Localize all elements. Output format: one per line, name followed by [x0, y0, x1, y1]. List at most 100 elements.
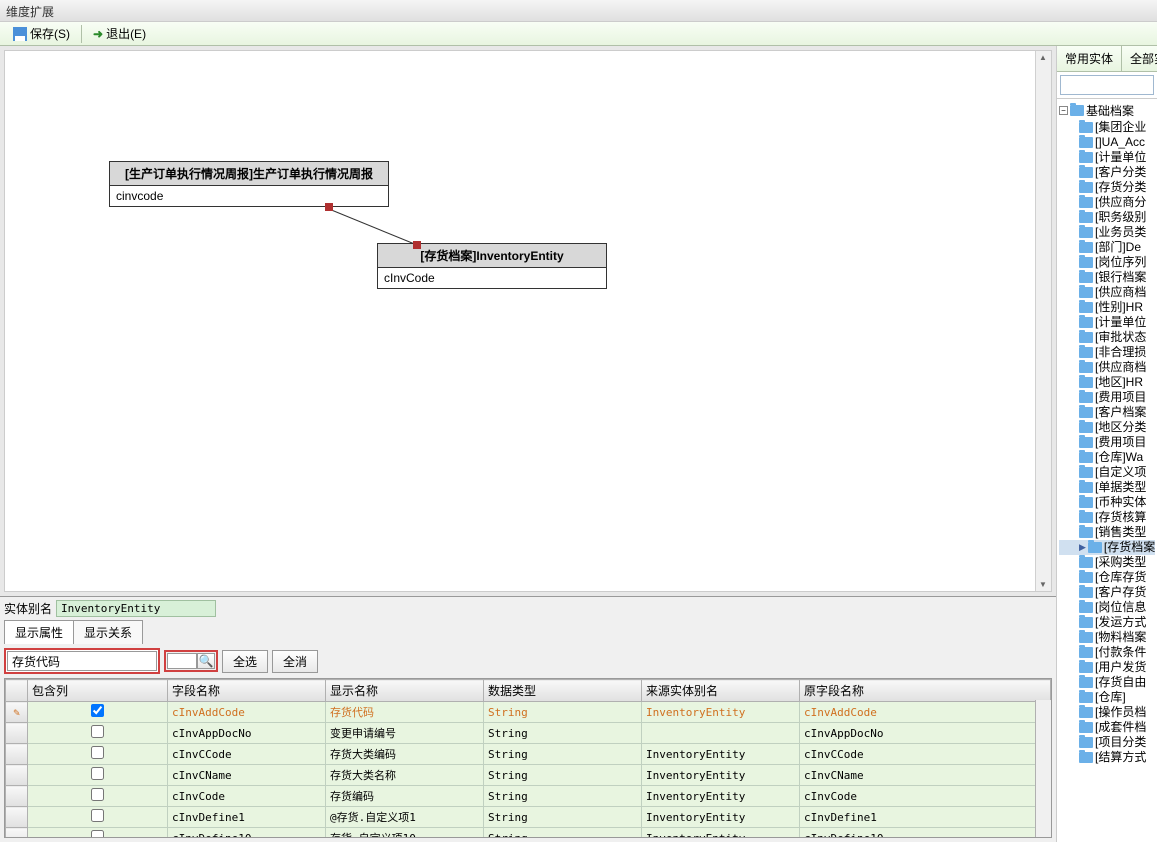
lookup-input[interactable] [167, 653, 197, 669]
tree-item[interactable]: [职务级别 [1059, 210, 1155, 225]
tab-relations[interactable]: 显示关系 [73, 620, 143, 644]
tree-item[interactable]: [操作员档 [1059, 705, 1155, 720]
include-checkbox[interactable] [91, 704, 104, 717]
folder-icon [1079, 647, 1093, 658]
tree-item[interactable]: [存货核算 [1059, 510, 1155, 525]
table-row[interactable]: cInvCName存货大类名称StringInventoryEntitycInv… [6, 765, 1051, 786]
tree-item[interactable]: [业务员类 [1059, 225, 1155, 240]
tree-item[interactable]: [部门]De [1059, 240, 1155, 255]
include-cell[interactable] [28, 828, 168, 839]
tree-item[interactable]: [币种实体 [1059, 495, 1155, 510]
col-field[interactable]: 字段名称 [168, 680, 326, 702]
tree-item[interactable]: [用户发货 [1059, 660, 1155, 675]
tree-item[interactable]: [存货自由 [1059, 675, 1155, 690]
tree-item[interactable]: [地区]HR [1059, 375, 1155, 390]
tree-item[interactable]: [物料档案 [1059, 630, 1155, 645]
tree-item[interactable]: [项目分类 [1059, 735, 1155, 750]
col-orig[interactable]: 原字段名称 [800, 680, 1051, 702]
source-cell [642, 723, 800, 744]
tree-item[interactable]: [岗位信息 [1059, 600, 1155, 615]
filter-input[interactable] [7, 651, 157, 671]
tree-item[interactable]: [供应商档 [1059, 285, 1155, 300]
col-dtype[interactable]: 数据类型 [484, 680, 642, 702]
tree-item-label: [计量单位 [1095, 315, 1146, 330]
tree-item[interactable]: [银行档案 [1059, 270, 1155, 285]
tree-item[interactable]: [费用项目 [1059, 390, 1155, 405]
tree-item[interactable]: [单据类型 [1059, 480, 1155, 495]
tree-item[interactable]: [付款条件 [1059, 645, 1155, 660]
tree-item[interactable]: [结算方式 [1059, 750, 1155, 765]
select-none-button[interactable]: 全消 [272, 650, 318, 673]
tree-item[interactable]: [销售类型 [1059, 525, 1155, 540]
entity-search-input[interactable] [1060, 75, 1154, 95]
include-checkbox[interactable] [91, 809, 104, 822]
include-cell[interactable] [28, 744, 168, 765]
include-cell[interactable] [28, 765, 168, 786]
tree-item[interactable]: [仓库]Wa [1059, 450, 1155, 465]
tree-item[interactable]: [存货分类 [1059, 180, 1155, 195]
tree-item[interactable]: [计量单位 [1059, 315, 1155, 330]
include-cell[interactable] [28, 723, 168, 744]
tree-root-node[interactable]: − 基础档案 [1059, 101, 1155, 120]
tab-common-entities[interactable]: 常用实体 [1057, 46, 1122, 71]
include-cell[interactable] [28, 807, 168, 828]
grid-scrollbar[interactable] [1035, 700, 1051, 837]
col-source[interactable]: 来源实体别名 [642, 680, 800, 702]
exit-button[interactable]: ➜ 退出(E) [86, 22, 153, 45]
connector-handle[interactable] [325, 203, 333, 211]
table-row[interactable]: ✎cInvAddCode存货代码StringInventoryEntitycIn… [6, 702, 1051, 723]
expand-icon[interactable]: − [1059, 106, 1068, 115]
include-cell[interactable] [28, 702, 168, 723]
tree-item[interactable]: [集团企业 [1059, 120, 1155, 135]
tree-item[interactable]: [采购类型 [1059, 555, 1155, 570]
tree-item[interactable]: [费用项目 [1059, 435, 1155, 450]
tree-item[interactable]: [供应商档 [1059, 360, 1155, 375]
scrollbar-vertical[interactable] [1035, 51, 1051, 591]
tree-item-label: [审批状态 [1095, 330, 1146, 345]
connector-handle[interactable] [413, 241, 421, 249]
tree-item[interactable]: [仓库] [1059, 690, 1155, 705]
entity-box-report[interactable]: [生产订单执行情况周报]生产订单执行情况周报 cinvcode [109, 161, 389, 207]
tree-item[interactable]: [计量单位 [1059, 150, 1155, 165]
tree-item[interactable]: [岗位序列 [1059, 255, 1155, 270]
alias-input[interactable] [56, 600, 216, 617]
tree-item[interactable]: [性别]HR [1059, 300, 1155, 315]
include-checkbox[interactable] [91, 788, 104, 801]
tree-item[interactable]: [发运方式 [1059, 615, 1155, 630]
tree-item[interactable]: [非合理损 [1059, 345, 1155, 360]
tab-all-entities[interactable]: 全部实体 [1122, 46, 1157, 71]
col-display[interactable]: 显示名称 [326, 680, 484, 702]
col-include[interactable]: 包含列 [28, 680, 168, 702]
tree-item[interactable]: [成套件档 [1059, 720, 1155, 735]
tree-item[interactable]: [客户分类 [1059, 165, 1155, 180]
tree-item[interactable]: [自定义项 [1059, 465, 1155, 480]
select-all-button[interactable]: 全选 [222, 650, 268, 673]
tree-item[interactable]: [客户存货 [1059, 585, 1155, 600]
tree-item-label: [供应商档 [1095, 285, 1146, 300]
tree-item-label: [单据类型 [1095, 480, 1146, 495]
tree-item[interactable]: []UA_Acc [1059, 135, 1155, 150]
table-row[interactable]: cInvAppDocNo变更申请编号StringcInvAppDocNo [6, 723, 1051, 744]
include-checkbox[interactable] [91, 767, 104, 780]
tree-item[interactable]: [客户档案 [1059, 405, 1155, 420]
table-row[interactable]: cInvDefine1@存货.自定义项1StringInventoryEntit… [6, 807, 1051, 828]
tab-attributes[interactable]: 显示属性 [4, 620, 74, 644]
folder-icon [1079, 182, 1093, 193]
diagram-canvas[interactable]: [生产订单执行情况周报]生产订单执行情况周报 cinvcode [存货档案]In… [4, 50, 1052, 592]
table-row[interactable]: cInvDefine10存货 自定义项10StringInventoryEnti… [6, 828, 1051, 839]
folder-icon [1079, 722, 1093, 733]
table-row[interactable]: cInvCode存货编码StringInventoryEntitycInvCod… [6, 786, 1051, 807]
tree-item[interactable]: [供应商分 [1059, 195, 1155, 210]
tree-item[interactable]: ▶[存货档案 [1059, 540, 1155, 555]
save-button[interactable]: 保存(S) [6, 22, 77, 45]
include-cell[interactable] [28, 786, 168, 807]
entity-box-inventory[interactable]: [存货档案]InventoryEntity cInvCode [377, 243, 607, 289]
include-checkbox[interactable] [91, 725, 104, 738]
include-checkbox[interactable] [91, 746, 104, 759]
include-checkbox[interactable] [91, 830, 104, 838]
tree-item[interactable]: [审批状态 [1059, 330, 1155, 345]
lookup-button[interactable]: 🔍 [197, 653, 215, 669]
tree-item[interactable]: [仓库存货 [1059, 570, 1155, 585]
tree-item[interactable]: [地区分类 [1059, 420, 1155, 435]
table-row[interactable]: cInvCCode存货大类编码StringInventoryEntitycInv… [6, 744, 1051, 765]
